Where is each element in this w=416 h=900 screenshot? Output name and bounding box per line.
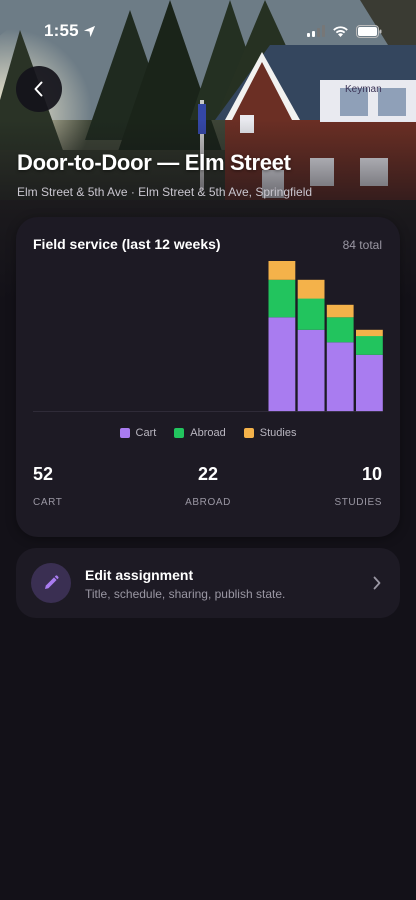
chevron-left-icon: [34, 81, 43, 97]
edit-assignment-row[interactable]: Edit assignment Title, schedule, sharing…: [16, 548, 400, 618]
bar-abroad-week-12: [356, 336, 383, 355]
legend-label-cart: Cart: [135, 427, 157, 439]
card-title: Field service (last 12 weeks): [33, 236, 221, 252]
legend-item-abroad: Abroad: [174, 427, 226, 439]
pencil-icon: [45, 575, 59, 589]
sign-text: Keyman: [345, 84, 382, 95]
bar-studies-week-9: [268, 261, 296, 280]
legend-swatch-cart: [119, 428, 130, 438]
page-title: Door-to-Door — Elm Street: [17, 150, 291, 175]
wifi-icon: [333, 25, 348, 37]
edit-icon-circle: [31, 563, 71, 603]
legend-item-studies: Studies: [243, 427, 297, 439]
bar-cart-week-12: [356, 354, 383, 412]
location-arrow-icon: [83, 25, 95, 37]
status-time: 1:55: [44, 21, 79, 40]
bar-abroad-week-10: [297, 298, 325, 330]
chevron-right-icon: [373, 576, 381, 590]
back-button[interactable]: [16, 66, 62, 112]
battery-icon: [356, 24, 382, 38]
bar-cart-week-9: [268, 317, 296, 412]
stat-abroad: 22 ABROAD: [158, 464, 258, 508]
legend-swatch-studies: [243, 428, 254, 438]
stat-studies-value: 10: [361, 464, 382, 484]
edit-assignment-title: Edit assignment: [85, 567, 194, 583]
status-bar: 1:55: [0, 0, 416, 62]
status-icons: [307, 24, 382, 38]
bar-studies-week-12: [356, 329, 383, 337]
field-service-card: Field service (last 12 weeks) 84 total C…: [16, 217, 400, 537]
chart-legend: Cart Abroad Studies: [16, 427, 400, 439]
signal-icon: [307, 25, 325, 37]
card-total: 84 total: [342, 238, 382, 252]
legend-item-cart: Cart: [119, 427, 157, 439]
bar-cart-week-10: [297, 329, 325, 412]
status-time-group: 1:55: [44, 21, 96, 41]
bar-abroad-week-11: [326, 317, 354, 343]
page-subtitle: Elm Street & 5th Ave · Elm Street & 5th …: [17, 185, 313, 199]
stat-abroad-label: ABROAD: [185, 497, 231, 508]
stat-cart: 52 CART: [33, 464, 62, 508]
stat-studies: 10 STUDIES: [334, 464, 382, 508]
stacked-bar-chart: [33, 261, 383, 412]
stat-abroad-value: 22: [197, 464, 219, 484]
legend-swatch-abroad: [174, 428, 185, 438]
bar-abroad-week-9: [268, 279, 296, 318]
bar-cart-week-11: [326, 342, 354, 412]
stat-cart-label: CART: [33, 497, 63, 508]
legend-label-abroad: Abroad: [190, 427, 226, 439]
bar-studies-week-11: [326, 304, 354, 318]
bar-studies-week-10: [297, 279, 325, 299]
stat-studies-label: STUDIES: [334, 497, 382, 508]
legend-label-studies: Studies: [259, 427, 297, 439]
stat-cart-value: 52: [33, 464, 54, 484]
edit-assignment-subtitle: Title, schedule, sharing, publish state.: [85, 587, 286, 601]
